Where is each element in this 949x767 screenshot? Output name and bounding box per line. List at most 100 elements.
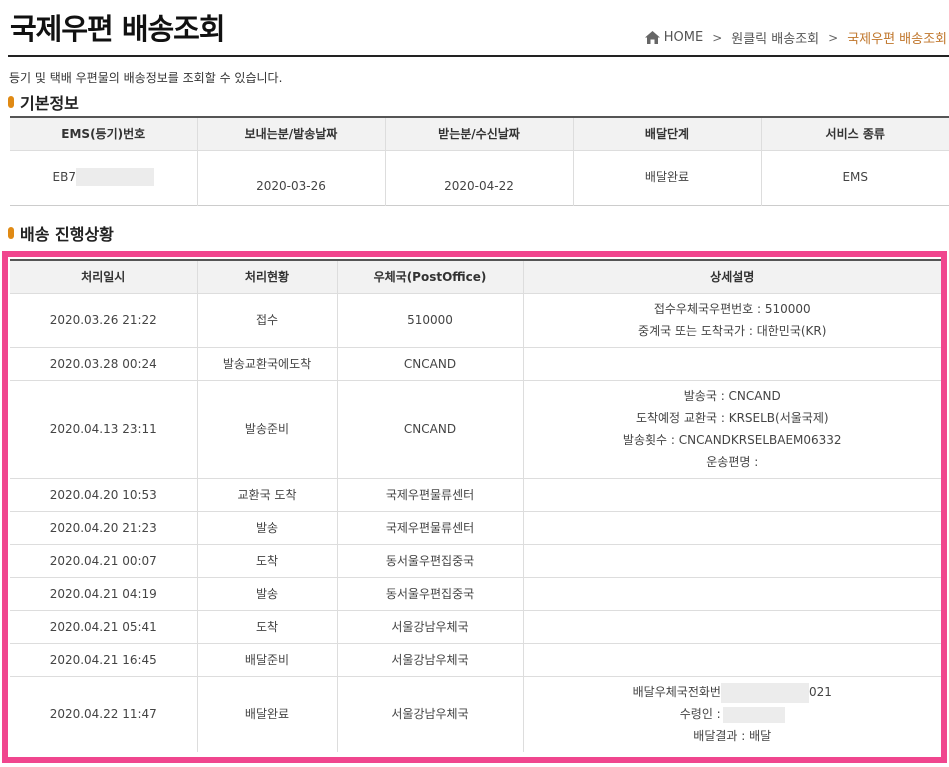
office-cell: CNCAND xyxy=(337,379,524,478)
chevron-right-icon: > xyxy=(712,30,723,45)
detail-cell xyxy=(523,543,941,577)
title-divider xyxy=(8,55,949,57)
datetime-cell: 2020.03.28 00:24 xyxy=(10,346,198,380)
column-header: 처리일시 xyxy=(10,260,198,293)
redaction-mask xyxy=(720,682,809,703)
table-row: 2020.04.21 16:45 배달준비 서울강남우체국 xyxy=(10,642,941,676)
detail-cell xyxy=(523,642,941,676)
service-type: EMS xyxy=(761,149,949,205)
page-description: 등기 및 택배 우편물의 배송정보를 조회할 수 있습니다. xyxy=(9,71,283,85)
table-row: 2020.04.21 05:41 도착 서울강남우체국 xyxy=(10,609,941,643)
receive-date: 2020-04-22 xyxy=(385,149,574,205)
redaction-mask xyxy=(75,168,154,186)
office-cell: 서울강남우체국 xyxy=(337,642,524,676)
status-cell: 교환국 도착 xyxy=(197,477,338,511)
detail-line: 배달우체국전화번 021 xyxy=(524,681,942,703)
section-bullet-icon xyxy=(8,227,14,239)
detail-line: 발송국 : CNCAND xyxy=(683,389,781,403)
redaction-mask xyxy=(722,706,785,723)
detail-text: 수령인 : xyxy=(679,707,721,722)
detail-line: 수령인 : xyxy=(524,703,942,725)
datetime-cell: 2020.04.21 05:41 xyxy=(10,609,198,643)
column-header: 서비스 종류 xyxy=(761,117,949,150)
datetime-cell: 2020.04.21 16:45 xyxy=(10,642,198,676)
detail-line: 운송편명 : xyxy=(706,455,759,469)
section-bullet-icon xyxy=(8,96,14,108)
status-cell: 발송준비 xyxy=(197,379,338,478)
progress-title-text: 배송 진행상황 xyxy=(20,225,114,244)
ems-number: EB7 xyxy=(52,169,76,184)
send-date: 2020-03-26 xyxy=(197,149,386,205)
office-cell: 동서울우편집중국 xyxy=(337,543,524,577)
detail-cell: 발송국 : CNCAND 도착예정 교환국 : KRSELB(서울국제) 발송횟… xyxy=(523,379,941,478)
detail-cell: 접수우체국우편번호 : 510000 중계국 또는 도착국가 : 대한민국(KR… xyxy=(523,292,941,347)
detail-line: 도착예정 교환국 : KRSELB(서울국제) xyxy=(635,411,829,425)
table-row: 2020.03.26 21:22 접수 510000 접수우체국우편번호 : 5… xyxy=(10,292,941,347)
detail-cell xyxy=(523,477,941,511)
column-header: 받는분/수신날짜 xyxy=(385,117,574,150)
basic-info-section-title: 기본정보 xyxy=(8,90,79,114)
home-icon[interactable] xyxy=(644,31,660,44)
status-cell: 발송교환국에도착 xyxy=(197,346,338,380)
office-cell: 서울강남우체국 xyxy=(337,609,524,643)
column-header: 우체국(PostOffice) xyxy=(337,260,524,293)
ems-number-cell: EB7 xyxy=(10,149,198,205)
breadcrumb-oneclick-link[interactable]: 원클릭 배송조회 xyxy=(731,28,819,47)
basic-info-table: EMS(등기)번호 보내는분/발송날짜 받는분/수신날짜 배달단계 서비스 종류… xyxy=(10,116,949,206)
column-header: EMS(등기)번호 xyxy=(10,117,198,150)
office-cell: 서울강남우체국 xyxy=(337,675,524,752)
office-cell: CNCAND xyxy=(337,346,524,380)
detail-line: 발송횟수 : CNCANDKRSELBAEM06332 xyxy=(622,433,842,447)
column-header: 처리현황 xyxy=(197,260,338,293)
detail-line: 접수우체국우편번호 : 510000 xyxy=(653,302,811,316)
column-header: 배달단계 xyxy=(573,117,762,150)
status-cell: 발송 xyxy=(197,510,338,544)
progress-section-title: 배송 진행상황 xyxy=(8,221,114,245)
table-header-row: EMS(등기)번호 보내는분/발송날짜 받는분/수신날짜 배달단계 서비스 종류 xyxy=(10,117,949,150)
status-cell: 도착 xyxy=(197,609,338,643)
detail-cell: 배달우체국전화번 021 수령인 : 배달결과 : 배달 xyxy=(523,675,942,752)
detail-text: 021 xyxy=(808,685,832,700)
table-row: 2020.04.13 23:11 발송준비 CNCAND 발송국 : CNCAN… xyxy=(10,379,941,478)
table-header-row: 처리일시 처리현황 우체국(PostOffice) 상세설명 xyxy=(10,260,941,293)
table-row: 2020.04.20 21:23 발송 국제우편물류센터 xyxy=(10,510,941,544)
breadcrumb: HOME > 원클릭 배송조회 > 국제우편 배송조회 xyxy=(644,28,947,47)
datetime-cell: 2020.04.20 21:23 xyxy=(10,510,198,544)
delivery-stage: 배달완료 xyxy=(573,149,762,205)
detail-line: 배달결과 : 배달 xyxy=(693,729,772,744)
breadcrumb-current[interactable]: 국제우편 배송조회 xyxy=(847,28,947,47)
office-cell: 동서울우편집중국 xyxy=(337,576,524,610)
status-cell: 접수 xyxy=(197,292,338,347)
office-cell: 국제우편물류센터 xyxy=(337,510,524,544)
datetime-cell: 2020.04.21 04:19 xyxy=(10,576,198,610)
column-header: 보내는분/발송날짜 xyxy=(197,117,386,150)
datetime-cell: 2020.04.21 00:07 xyxy=(10,543,198,577)
datetime-cell: 2020.04.13 23:11 xyxy=(10,379,198,478)
office-cell: 국제우편물류센터 xyxy=(337,477,524,511)
table-row: 2020.04.21 04:19 발송 동서울우편집중국 xyxy=(10,576,941,610)
status-cell: 도착 xyxy=(197,543,338,577)
status-cell: 배달준비 xyxy=(197,642,338,676)
detail-text: 배달우체국전화번 xyxy=(632,685,721,700)
table-row: 2020.04.21 00:07 도착 동서울우편집중국 xyxy=(10,543,941,577)
basic-info-title-text: 기본정보 xyxy=(20,94,79,113)
detail-cell xyxy=(523,346,941,380)
breadcrumb-home-link[interactable]: HOME xyxy=(664,30,703,45)
table-row: 2020.04.22 11:47 배달완료 서울강남우체국 배달우체국전화번 02… xyxy=(10,675,942,752)
progress-table: 처리일시 처리현황 우체국(PostOffice) 상세설명 2020.03.2… xyxy=(10,259,941,752)
table-row: 2020.04.20 10:53 교환국 도착 국제우편물류센터 xyxy=(10,477,941,511)
datetime-cell: 2020.03.26 21:22 xyxy=(10,292,198,347)
detail-line: 중계국 또는 도착국가 : 대한민국(KR) xyxy=(638,324,827,338)
column-header: 상세설명 xyxy=(523,260,941,293)
detail-cell xyxy=(523,510,941,544)
table-row: 2020.03.28 00:24 발송교환국에도착 CNCAND xyxy=(10,346,941,380)
status-cell: 배달완료 xyxy=(197,675,338,752)
page-title: 국제우편 배송조회 xyxy=(10,12,226,46)
datetime-cell: 2020.04.20 10:53 xyxy=(10,477,198,511)
office-cell: 510000 xyxy=(337,292,524,347)
status-cell: 발송 xyxy=(197,576,338,610)
table-row: EB7 2020-03-26 2020-04-22 배달완료 EMS xyxy=(10,149,949,205)
detail-cell xyxy=(523,609,941,643)
detail-cell xyxy=(523,576,941,610)
chevron-right-icon: > xyxy=(828,30,839,45)
